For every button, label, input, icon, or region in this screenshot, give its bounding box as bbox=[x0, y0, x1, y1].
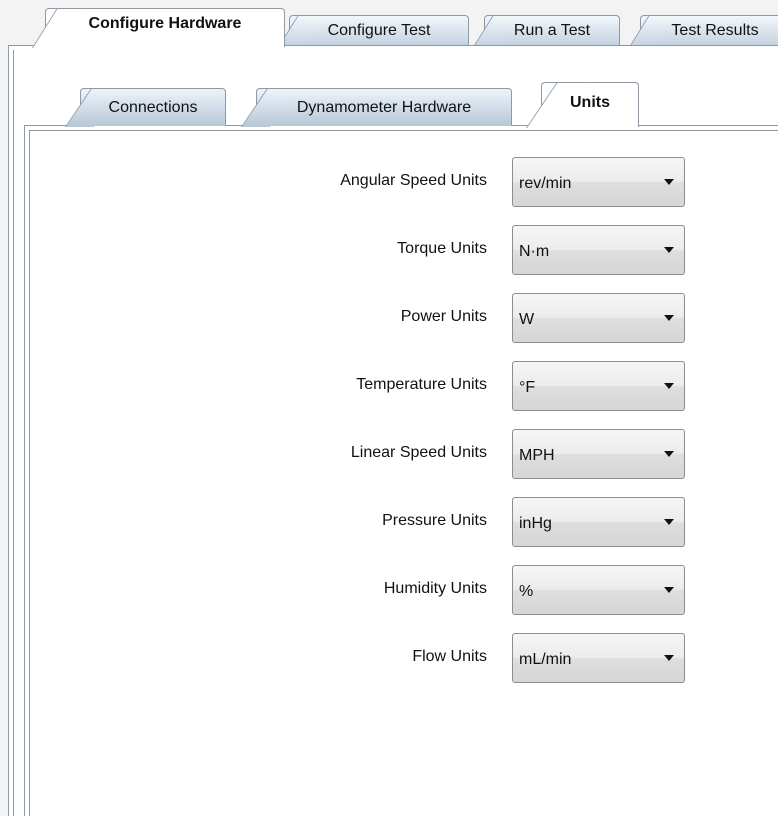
chevron-down-icon bbox=[664, 451, 674, 457]
torque-units-label: Torque Units bbox=[397, 240, 487, 257]
tab-units-label: Units bbox=[570, 94, 610, 111]
linear-speed-units-label: Linear Speed Units bbox=[350, 444, 487, 461]
tab-configure-test[interactable]: Configure Test bbox=[289, 15, 469, 46]
tab-configure-hardware[interactable]: Configure Hardware bbox=[45, 8, 285, 47]
chevron-down-icon bbox=[664, 247, 674, 253]
chevron-down-icon bbox=[664, 383, 674, 389]
flow-units-label: Flow Units bbox=[412, 648, 487, 665]
tab-configure-hardware-label: Configure Hardware bbox=[88, 15, 242, 32]
angular-speed-units-select[interactable]: rev/min bbox=[512, 157, 685, 207]
linear-speed-units-value: MPH bbox=[519, 447, 555, 464]
power-units-value: W bbox=[519, 311, 535, 328]
tab-run-a-test-label: Run a Test bbox=[513, 22, 591, 39]
power-units-label: Power Units bbox=[400, 308, 487, 325]
pressure-units-value: inHg bbox=[519, 515, 552, 532]
angular-speed-units-value: rev/min bbox=[519, 175, 572, 192]
flow-units-value: mL/min bbox=[519, 651, 572, 668]
tab-configure-test-label: Configure Test bbox=[327, 22, 431, 39]
linear-speed-units-select[interactable]: MPH bbox=[512, 429, 685, 479]
temperature-units-label: Temperature Units bbox=[356, 376, 487, 393]
tab-connections[interactable]: Connections bbox=[80, 88, 226, 126]
pressure-units-label: Pressure Units bbox=[382, 512, 487, 529]
angular-speed-units-label: Angular Speed Units bbox=[340, 172, 487, 189]
temperature-units-value: °F bbox=[519, 379, 536, 396]
torque-units-value: N·m bbox=[519, 243, 550, 260]
tab-dynamometer-hardware-label: Dynamometer Hardware bbox=[296, 98, 472, 116]
tab-dynamometer-hardware[interactable]: Dynamometer Hardware bbox=[256, 88, 512, 126]
chevron-down-icon bbox=[664, 587, 674, 593]
tab-units[interactable]: Units bbox=[541, 82, 639, 127]
humidity-units-label: Humidity Units bbox=[383, 580, 487, 597]
pressure-units-select[interactable]: inHg bbox=[512, 497, 685, 547]
humidity-units-value: % bbox=[519, 583, 534, 600]
torque-units-select[interactable]: N·m bbox=[512, 225, 685, 275]
tab-test-results-label: Test Results bbox=[671, 22, 759, 39]
temperature-units-select[interactable]: °F bbox=[512, 361, 685, 411]
chevron-down-icon bbox=[664, 315, 674, 321]
flow-units-select[interactable]: mL/min bbox=[512, 633, 685, 683]
power-units-select[interactable]: W bbox=[512, 293, 685, 343]
chevron-down-icon bbox=[664, 519, 674, 525]
chevron-down-icon bbox=[664, 179, 674, 185]
tab-run-a-test[interactable]: Run a Test bbox=[484, 15, 620, 46]
humidity-units-select[interactable]: % bbox=[512, 565, 685, 615]
chevron-down-icon bbox=[664, 655, 674, 661]
tab-connections-label: Connections bbox=[108, 98, 198, 116]
app-window: Test Results Run a Test Configure Test C… bbox=[0, 0, 778, 816]
tab-test-results[interactable]: Test Results bbox=[640, 15, 778, 46]
